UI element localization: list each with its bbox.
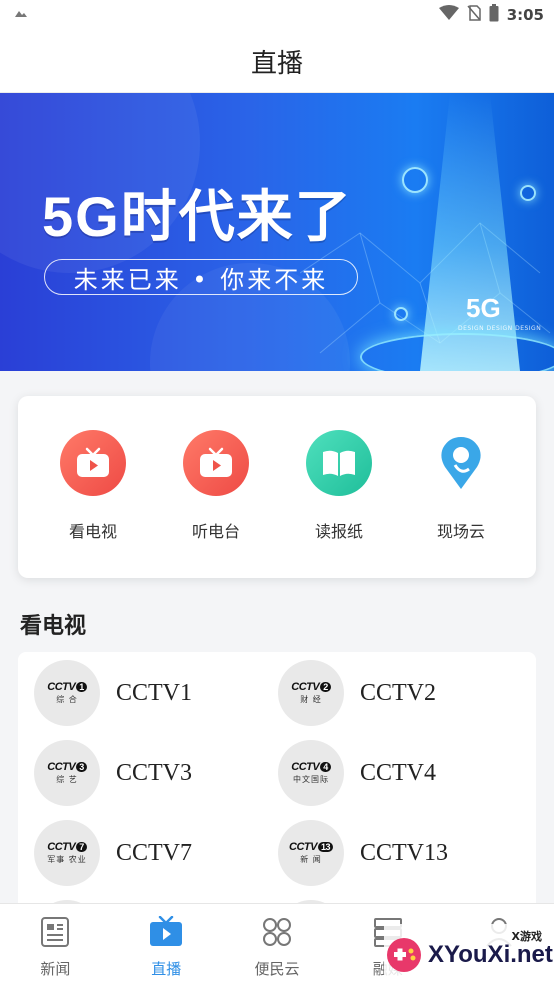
menu-item-listen-radio[interactable]: 听电台 — [161, 430, 271, 542]
location-pin-icon — [428, 430, 494, 496]
section-title: 看电视 — [20, 614, 87, 639]
channel-item-cctv1[interactable]: CCTV 1 综 合 CCTV1 — [34, 660, 192, 726]
tab-news[interactable]: 新闻 — [0, 904, 111, 987]
gamepad-logo-icon — [384, 935, 424, 975]
app-notification-icon — [14, 7, 28, 23]
channel-name: CCTV1 — [116, 679, 193, 706]
channel-name: CCTV2 — [360, 679, 437, 706]
cctv-logo: CCTV 7 军事 农业 — [34, 820, 100, 886]
channel-item-cctv4[interactable]: CCTV 4 中文国际 CCTV4 — [278, 740, 436, 806]
status-bar: 3:05 — [0, 0, 554, 30]
banner-slogan: 未来已来 • 你来不来 — [44, 259, 358, 295]
site-watermark: XYouXi.net X游戏 — [384, 924, 554, 986]
news-icon — [40, 916, 70, 952]
menu-item-live-cloud[interactable]: 现场云 — [406, 430, 516, 542]
menu-label: 现场云 — [436, 522, 485, 541]
page-title: 直播 — [250, 48, 303, 79]
orb-graphic — [394, 307, 408, 321]
watermark-text: XYouXi.net — [428, 941, 553, 968]
channel-name: CCTV3 — [116, 759, 193, 786]
channel-name: CCTV7 — [116, 839, 193, 866]
cctv-logo: CCTV 3 综 艺 — [34, 740, 100, 806]
banner-5g-tag: 5G — [466, 293, 501, 323]
channel-item-cctv7[interactable]: CCTV 7 军事 农业 CCTV7 — [34, 820, 192, 886]
cctv-logo: CCTV 4 中文国际 — [278, 740, 344, 806]
title-bar: 直播 — [0, 30, 554, 93]
cctv-logo: CCTV 2 财 经 — [278, 660, 344, 726]
menu-label: 读报纸 — [314, 522, 363, 541]
live-tv-icon — [149, 915, 183, 952]
channel-item-cctv3[interactable]: CCTV 3 综 艺 CCTV3 — [34, 740, 192, 806]
channel-item-cctv13[interactable]: CCTV 13 新 闻 CCTV13 — [278, 820, 448, 886]
channel-list: CCTV 1 综 合 CCTV1 CCTV 2 财 经 CCTV2 CCTV 3 综 … — [18, 652, 536, 912]
watermark-small-text: X游戏 — [511, 930, 542, 943]
radio-icon — [183, 430, 249, 496]
menu-item-watch-tv[interactable]: 看电视 — [38, 430, 148, 542]
cctv-logo: CCTV 13 新 闻 — [278, 820, 344, 886]
tab-label: 直播 — [151, 960, 182, 978]
menu-label: 听电台 — [191, 522, 240, 541]
promo-banner[interactable]: 5G时代来了 未来已来 • 你来不来 5G DESIGN DESIGN DESI… — [0, 93, 554, 371]
banner-headline: 5G时代来了 — [42, 185, 353, 248]
channel-item-cctv2[interactable]: CCTV 2 财 经 CCTV2 — [278, 660, 436, 726]
orb-graphic — [520, 185, 536, 201]
no-sim-icon — [467, 5, 481, 25]
tab-label: 新闻 — [40, 960, 71, 978]
channel-name: CCTV4 — [360, 759, 437, 786]
tab-live[interactable]: 直播 — [111, 904, 222, 987]
clock: 3:05 — [506, 6, 544, 24]
grid-icon — [261, 916, 293, 952]
cctv-logo: CCTV 1 综 合 — [34, 660, 100, 726]
service-menu: 看电视 听电台 读报纸 现场云 — [18, 396, 536, 578]
menu-label: 看电视 — [68, 522, 117, 541]
battery-icon — [489, 4, 499, 26]
menu-item-read-newspaper[interactable]: 读报纸 — [284, 430, 394, 542]
tab-label: 便民云 — [254, 960, 300, 978]
tv-icon — [60, 430, 126, 496]
banner-5g-subtag: DESIGN DESIGN DESIGN — [458, 325, 542, 332]
orb-graphic — [402, 167, 428, 193]
channel-name: CCTV13 — [360, 839, 449, 866]
tab-convenience-cloud[interactable]: 便民云 — [222, 904, 333, 987]
book-icon — [306, 430, 372, 496]
wifi-icon — [438, 5, 459, 25]
